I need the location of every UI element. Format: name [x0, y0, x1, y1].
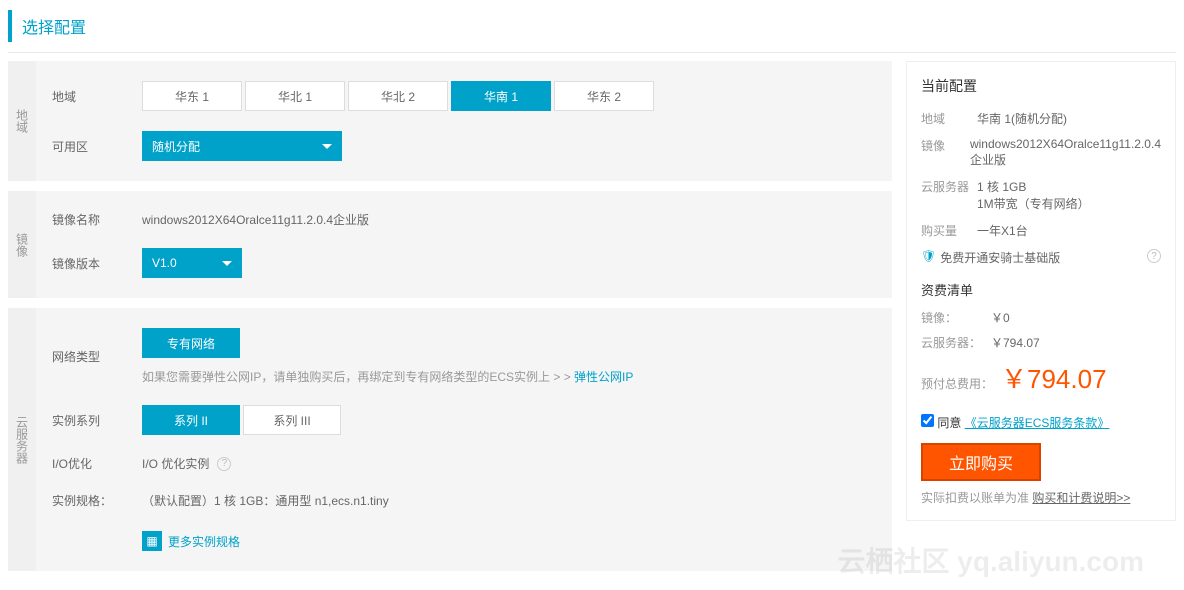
cost-server-k: 云服务器： — [921, 334, 991, 351]
page-title: 选择配置 — [8, 10, 1176, 42]
cfg-region-k: 地域 — [921, 110, 977, 127]
cfg-server-k: 云服务器 — [921, 178, 977, 212]
grid-icon: ▦ — [142, 531, 162, 551]
io-label: I/O优化 — [52, 455, 142, 472]
cost-image-v: ￥0 — [991, 309, 1010, 326]
help-icon[interactable]: ? — [217, 457, 231, 471]
current-config-panel: 当前配置 地域华南 1(随机分配) 镜像windows2012X64Oralce… — [906, 61, 1176, 521]
side-label-region: 地域 — [8, 61, 36, 181]
zone-dropdown[interactable]: 随机分配 — [142, 131, 342, 161]
agree-checkbox[interactable] — [921, 414, 934, 427]
total-label: 预付总费用： — [921, 375, 993, 392]
free-service-text: 免费开通安骑士基础版 — [940, 249, 1143, 266]
spec-label: 实例规格： — [52, 492, 142, 509]
region-tab-hb1[interactable]: 华北 1 — [245, 81, 345, 111]
cost-image-k: 镜像： — [921, 309, 991, 326]
zone-label: 可用区 — [52, 138, 142, 155]
tos-link[interactable]: 《云服务器ECS服务条款》 — [965, 416, 1110, 430]
zone-dropdown-value: 随机分配 — [152, 138, 200, 155]
billing-note-link[interactable]: 购买和计费说明>> — [1032, 491, 1130, 505]
cfg-region-v: 华南 1(随机分配) — [977, 110, 1161, 127]
spec-value: （默认配置）1 核 1GB：通用型 n1,ecs.n1.tiny — [142, 492, 389, 509]
series-tab-3[interactable]: 系列 III — [243, 405, 341, 435]
network-label: 网络类型 — [52, 348, 142, 365]
region-tab-hb2[interactable]: 华北 2 — [348, 81, 448, 111]
region-tabs: 华东 1 华北 1 华北 2 华南 1 华东 2 — [142, 81, 876, 111]
cfg-image-v: windows2012X64Oralce11g11.2.0.4企业版 — [970, 137, 1161, 168]
shield-icon: 🛡 — [921, 249, 936, 266]
total-row: 预付总费用： ￥794.07 — [921, 359, 1161, 396]
eip-link[interactable]: 弹性公网IP — [574, 370, 633, 384]
network-type-button[interactable]: 专有网络 — [142, 328, 240, 358]
cost-title: 资费清单 — [921, 280, 1161, 299]
network-hint: 如果您需要弹性公网IP，请单独购买后，再绑定到专有网络类型的ECS实例上 > >… — [142, 368, 876, 385]
more-spec-link[interactable]: ▦ 更多实例规格 — [142, 531, 240, 551]
image-version-label: 镜像版本 — [52, 255, 142, 272]
io-value: I/O 优化实例 — [142, 455, 209, 472]
image-version-value: V1.0 — [152, 256, 177, 270]
image-name-label: 镜像名称 — [52, 211, 142, 228]
current-config-title: 当前配置 — [921, 76, 1161, 96]
divider — [8, 52, 1176, 53]
image-version-dropdown[interactable]: V1.0 — [142, 248, 242, 278]
section-region: 地域 地域 华东 1 华北 1 华北 2 华南 1 华东 2 可用区 — [8, 61, 892, 181]
side-label-image: 镜像 — [8, 191, 36, 298]
caret-down-icon — [222, 261, 232, 266]
side-label-server: 云服务器 — [8, 308, 36, 571]
region-tab-hd2[interactable]: 华东 2 — [554, 81, 654, 111]
section-image: 镜像 镜像名称 windows2012X64Oralce11g11.2.0.4企… — [8, 191, 892, 298]
region-label: 地域 — [52, 88, 142, 105]
region-tab-hn1[interactable]: 华南 1 — [451, 81, 551, 111]
series-tab-2[interactable]: 系列 II — [142, 405, 240, 435]
image-name-value: windows2012X64Oralce11g11.2.0.4企业版 — [142, 211, 369, 228]
cfg-server-v: 1 核 1GB1M带宽（专有网络） — [977, 178, 1161, 212]
cost-server-v: ￥794.07 — [991, 334, 1040, 351]
buy-now-button[interactable]: 立即购买 — [921, 443, 1041, 481]
cfg-image-k: 镜像 — [921, 137, 970, 168]
series-label: 实例系列 — [52, 412, 142, 429]
help-icon[interactable]: ? — [1147, 249, 1161, 263]
total-value: ￥794.07 — [1001, 359, 1107, 396]
cfg-qty-k: 购买量 — [921, 222, 977, 239]
section-server: 云服务器 网络类型 专有网络 如果您需要弹性公网IP，请单独购买后，再绑定到专有… — [8, 308, 892, 571]
agree-label: 同意 — [937, 416, 961, 430]
billing-note: 实际扣费以账单为准 购买和计费说明>> — [921, 489, 1161, 506]
cfg-qty-v: 一年X1台 — [977, 222, 1161, 239]
caret-down-icon — [322, 144, 332, 149]
region-tab-hd1[interactable]: 华东 1 — [142, 81, 242, 111]
